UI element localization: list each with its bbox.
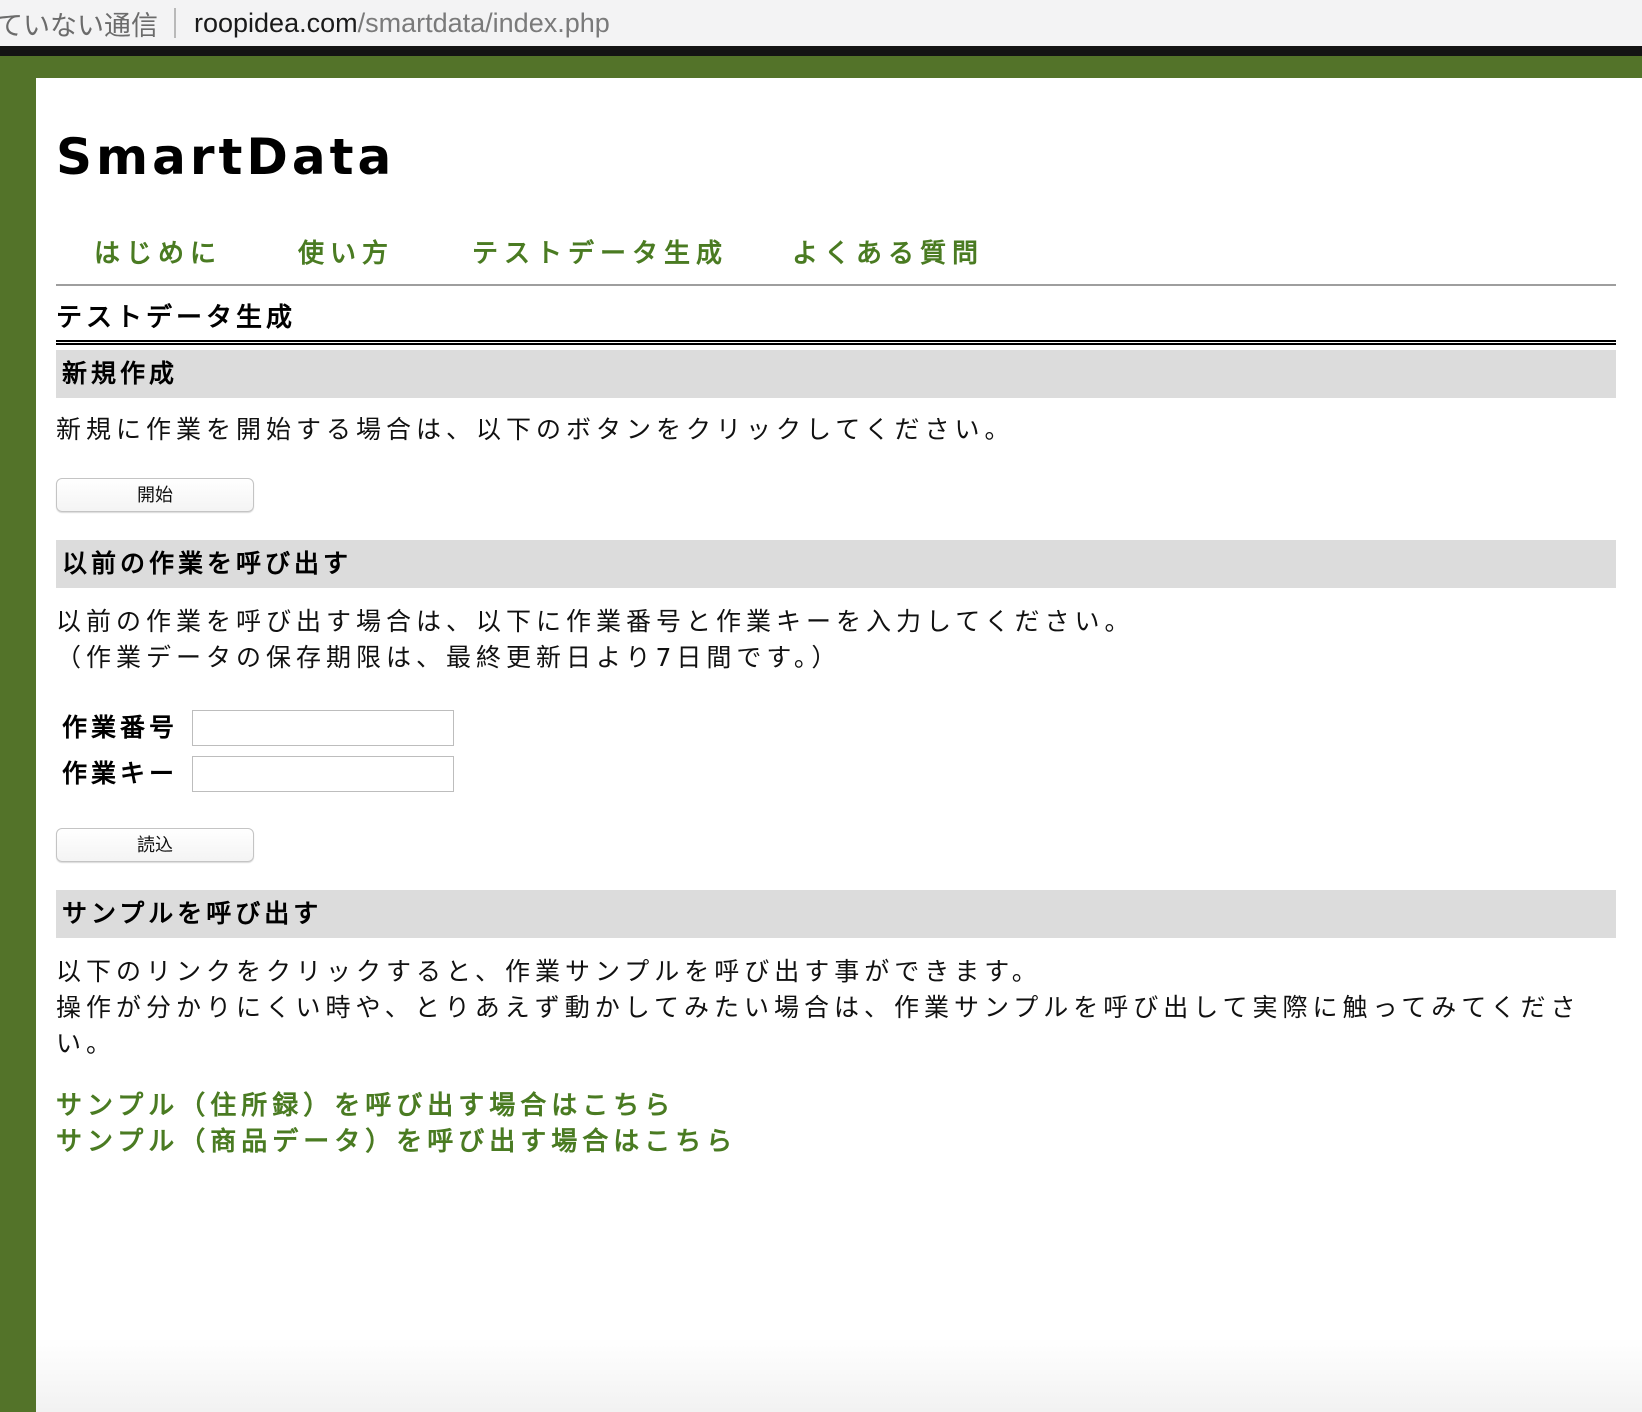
load-section-heading: 以前の作業を呼び出す [56,540,1616,588]
url-path: /smartdata/index.php [357,7,610,38]
sample-section-text-line2: 操作が分かりにくい時や、とりあえず動かしてみたい場合は、作業サンプルを呼び出して… [56,993,1581,1058]
page-heading: テストデータ生成 [56,300,1616,345]
load-section-text-line2: （作業データの保存期限は、最終更新日より7日間です。） [56,643,842,672]
sample-section-heading: サンプルを呼び出す [56,890,1616,938]
load-section-text-line1: 以前の作業を呼び出す場合は、以下に作業番号と作業キーを入力してください。 [56,607,1135,636]
work-number-input[interactable] [192,710,454,746]
browser-toolbar-edge [0,46,1642,56]
page-frame: SmartData はじめに 使い方 テストデータ生成 よくある質問 テストデー… [0,56,1642,1412]
sample-product-data-link[interactable]: サンプル（商品データ）を呼び出す場合はこちら [56,1124,737,1160]
main-nav: はじめに 使い方 テストデータ生成 よくある質問 [56,230,1616,286]
new-section-text: 新規に作業を開始する場合は、以下のボタンをクリックしてください。 [56,415,1015,444]
url-text[interactable]: roopidea.com/smartdata/index.php [194,8,610,39]
nav-item-intro[interactable]: はじめに [94,230,222,278]
url-host: roopidea.com [194,7,358,38]
page-body: SmartData はじめに 使い方 テストデータ生成 よくある質問 テストデー… [36,78,1642,1412]
sample-address-book-link[interactable]: サンプル（住所録）を呼び出す場合はこちら [56,1088,675,1124]
nav-item-usage[interactable]: 使い方 [298,230,394,278]
work-number-label: 作業番号 [62,713,179,742]
security-status-text[interactable]: ていない通信 [0,4,158,43]
start-button[interactable]: 開始 [56,478,254,512]
address-bar-divider [174,8,176,38]
browser-address-bar[interactable]: ていない通信 roopidea.com/smartdata/index.php [0,0,1642,46]
load-button[interactable]: 読込 [56,828,254,862]
nav-item-test-data[interactable]: テストデータ生成 [472,230,728,278]
sample-section-text-line1: 以下のリンクをクリックすると、作業サンプルを呼び出す事ができます。 [56,957,1042,986]
site-title: SmartData [56,128,396,186]
nav-item-faq[interactable]: よくある質問 [792,230,984,278]
work-key-label: 作業キー [62,759,179,788]
new-section-heading: 新規作成 [56,350,1616,398]
work-key-input[interactable] [192,756,454,792]
